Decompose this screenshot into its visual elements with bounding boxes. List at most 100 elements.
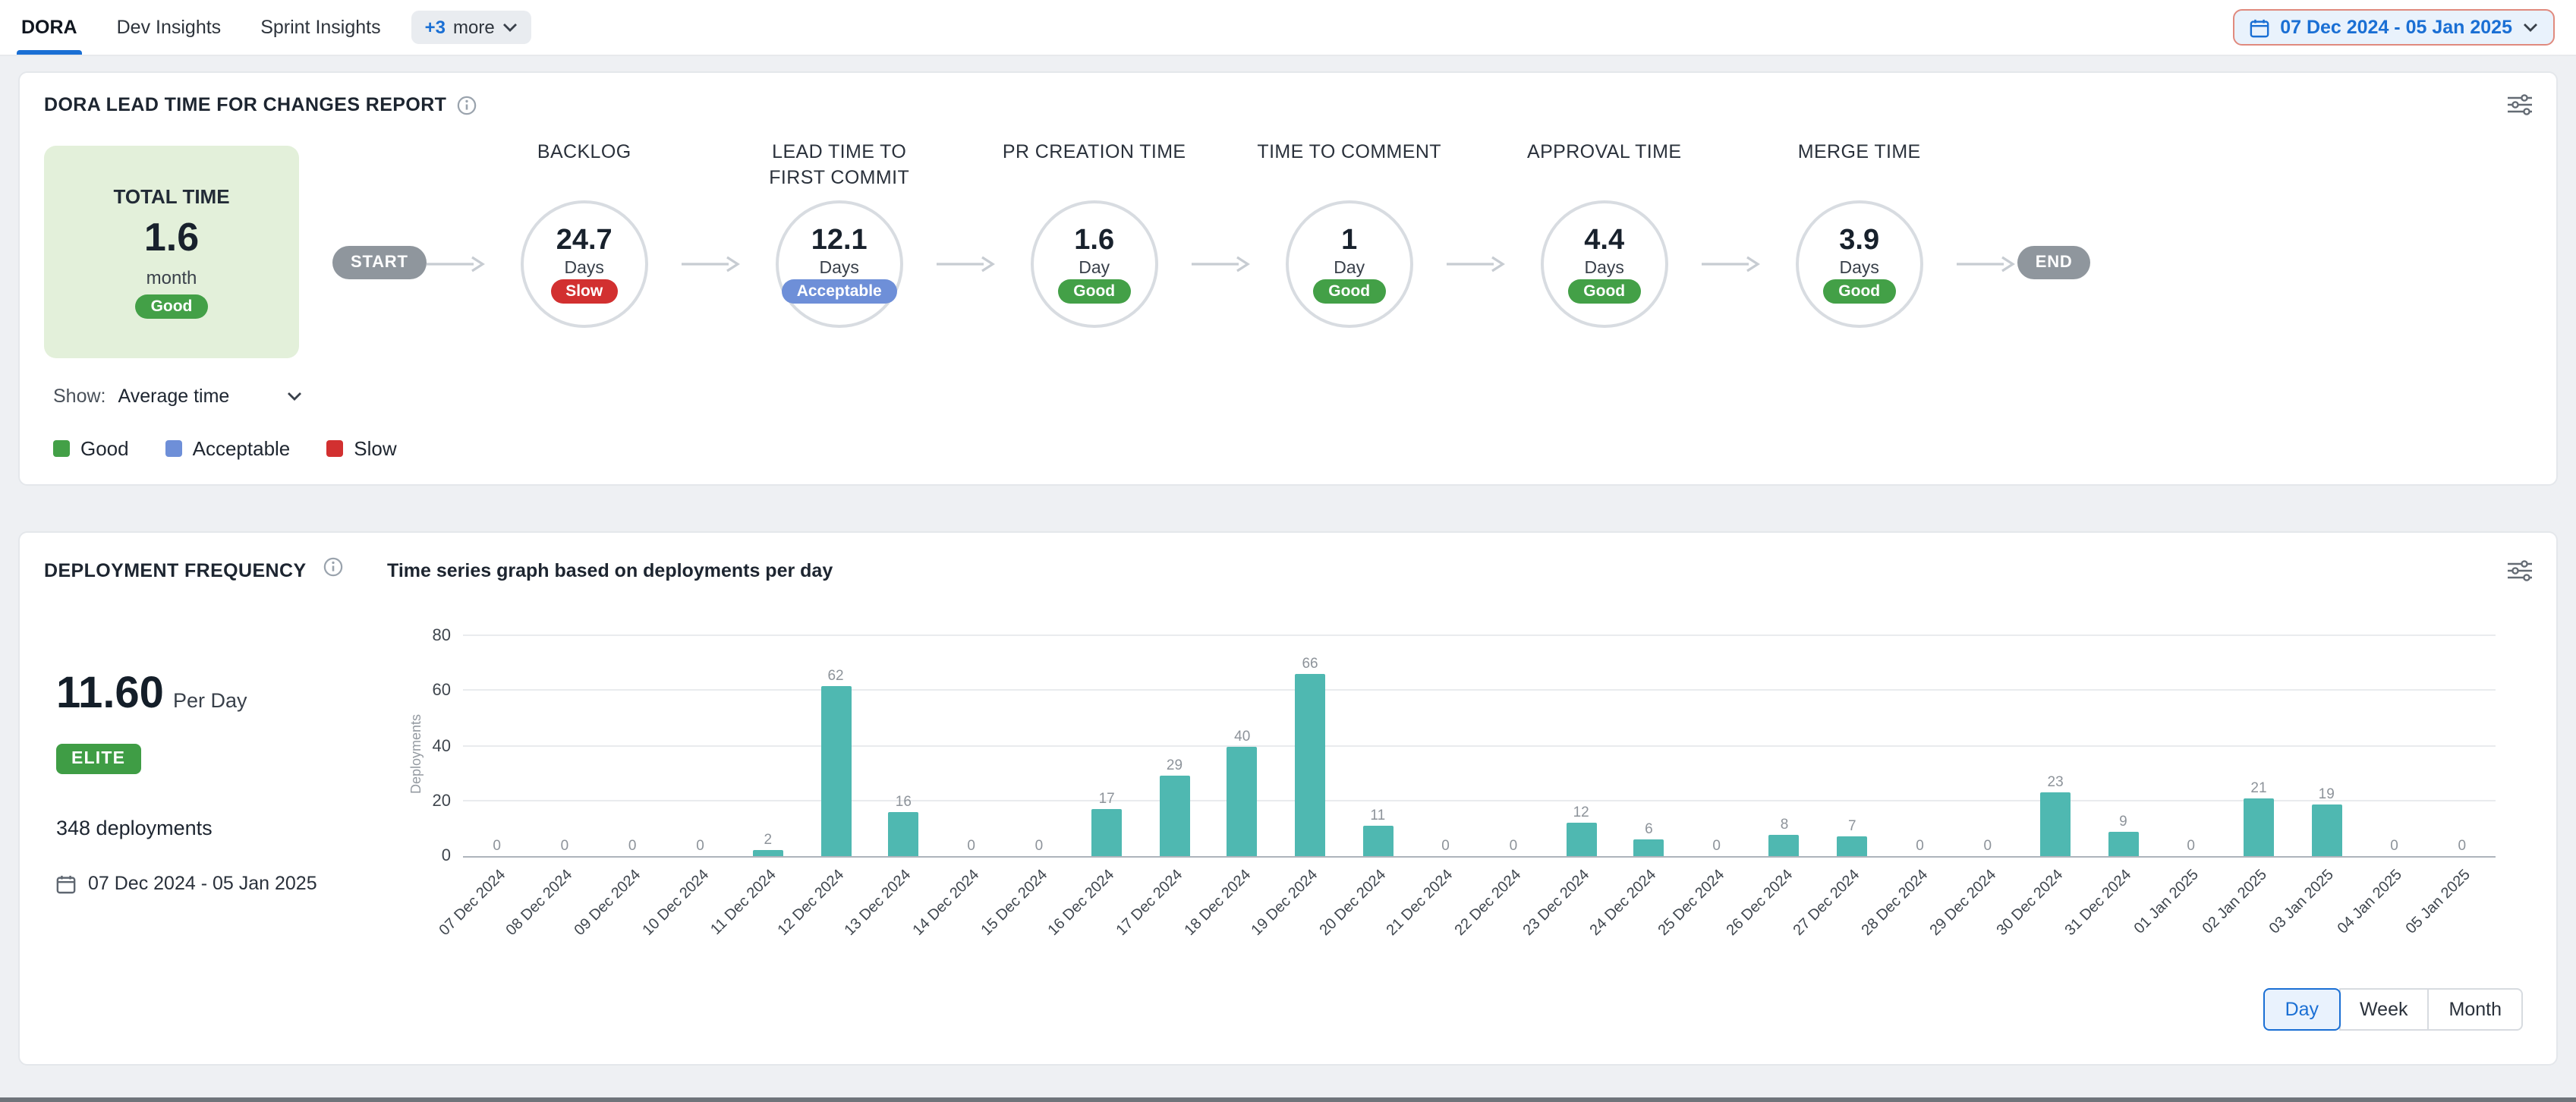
deployment-bar[interactable] xyxy=(2040,793,2071,856)
chart-bar-slot: 0 xyxy=(2157,636,2225,856)
deployment-bar[interactable] xyxy=(888,812,918,856)
stage-circle: 3.9DaysGood xyxy=(1796,200,1923,328)
chart-bar-slot: 19 xyxy=(2293,636,2360,856)
info-icon[interactable] xyxy=(323,557,343,577)
chevron-down-icon xyxy=(2523,23,2538,32)
stage-label: MERGE TIME xyxy=(1798,140,1921,200)
stage-label: LEAD TIME TO FIRST COMMIT xyxy=(742,140,937,200)
status-legend: GoodAcceptableSlow xyxy=(53,437,2556,460)
x-axis-tick-label: 16 Dec 2024 xyxy=(1046,867,1119,940)
bar-value-label: 6 xyxy=(1645,821,1653,838)
bar-value-label: 0 xyxy=(967,838,975,855)
show-average-time-select[interactable]: Average time xyxy=(118,386,303,407)
legend-swatch xyxy=(326,440,343,457)
chart-bar-slot: 0 xyxy=(666,636,734,856)
deployment-bar[interactable] xyxy=(1091,809,1122,856)
bar-value-label: 0 xyxy=(1035,838,1044,855)
top-navigation: DORADev InsightsSprint Insights +3 more … xyxy=(0,0,2576,56)
deployment-bar[interactable] xyxy=(820,685,851,856)
chart-bar-slot: 16 xyxy=(870,636,937,856)
y-tick-label: 60 xyxy=(405,682,451,701)
calendar-icon xyxy=(2250,17,2269,37)
legend-label: Slow xyxy=(354,437,396,460)
bar-value-label: 23 xyxy=(2048,775,2064,792)
stage-unit: Days xyxy=(565,260,604,278)
deployment-card-title: DEPLOYMENT FREQUENCY xyxy=(44,560,307,581)
deployment-bar[interactable] xyxy=(2244,798,2274,856)
bar-value-label: 0 xyxy=(1510,838,1518,855)
stage-unit: Days xyxy=(1585,260,1624,278)
tab-dev-insights[interactable]: Dev Insights xyxy=(117,0,222,55)
more-tabs-label: more xyxy=(453,17,495,38)
stage-circle: 4.4 DaysGood xyxy=(1541,200,1668,328)
lead-time-flow-section: TOTAL TIME 1.6 month Good STARTBACKLOG24… xyxy=(20,121,2556,358)
chart-settings-icon[interactable] xyxy=(2508,94,2532,115)
stage-value: 4.4 xyxy=(1584,225,1624,258)
stage-status-badge: Slow xyxy=(550,279,618,304)
granularity-week-button[interactable]: Week xyxy=(2338,988,2429,1031)
bar-value-label: 7 xyxy=(1848,819,1856,836)
x-axis-tick-label: 02 Jan 2025 xyxy=(2200,867,2270,937)
chart-bar-slot: 8 xyxy=(1750,636,1818,856)
bar-value-label: 40 xyxy=(1234,728,1250,745)
deployment-card-body: 11.60Per Day ELITE 348 deployments 07 De… xyxy=(20,584,2556,955)
deployment-card-header: DEPLOYMENT FREQUENCY Time series graph b… xyxy=(20,533,2556,584)
y-tick-label: 80 xyxy=(405,627,451,645)
granularity-month-button[interactable]: Month xyxy=(2428,988,2524,1031)
deployment-date-range: 07 Dec 2024 - 05 Jan 2025 xyxy=(56,873,396,894)
total-time-label: TOTAL TIME xyxy=(113,185,229,208)
bar-value-label: 0 xyxy=(2390,838,2398,855)
bar-value-label: 0 xyxy=(1441,838,1450,855)
x-axis-tick-label: 28 Dec 2024 xyxy=(1859,867,1932,940)
deployments-total: 348 deployments xyxy=(56,817,396,839)
deployment-bar[interactable] xyxy=(2108,831,2138,856)
deployment-bar[interactable] xyxy=(1837,837,1867,856)
chart-bar-slot: 21 xyxy=(2225,636,2292,856)
lead-time-card-header: DORA LEAD TIME FOR CHANGES REPORT xyxy=(20,73,2556,121)
flow-arrow-icon xyxy=(1957,255,2017,273)
info-icon[interactable] xyxy=(457,95,477,115)
x-axis-tick-label: 01 Jan 2025 xyxy=(2131,867,2202,937)
nav-tabs: DORA Dev Insights Sprint Insights xyxy=(21,0,381,55)
chart-bar-slot: 0 xyxy=(1005,636,1072,856)
x-axis-tick-label: 22 Dec 2024 xyxy=(1452,867,1525,940)
x-axis-tick-label: 18 Dec 2024 xyxy=(1181,867,1254,940)
deployment-bar[interactable] xyxy=(1227,746,1258,856)
stage-unit: Days xyxy=(820,260,859,278)
chart-settings-icon[interactable] xyxy=(2508,560,2532,581)
tab-sprint-insights[interactable]: Sprint Insights xyxy=(260,0,380,55)
chart-title: Time series graph based on deployments p… xyxy=(387,560,2508,581)
deployment-bar[interactable] xyxy=(1633,839,1664,856)
deployment-bar[interactable] xyxy=(1362,826,1393,856)
stage-circle: 1DayGood xyxy=(1286,200,1413,328)
bar-value-label: 2 xyxy=(764,833,772,849)
legend-label: Good xyxy=(80,437,129,460)
more-tabs-button[interactable]: +3 more xyxy=(411,11,531,44)
granularity-day-button[interactable]: Day xyxy=(2264,988,2340,1031)
stage-value: 1.6 xyxy=(1074,225,1114,258)
total-time-status-badge: Good xyxy=(136,294,208,319)
show-row: Show: Average time xyxy=(53,386,2556,407)
tab-dora[interactable]: DORA xyxy=(21,0,77,55)
x-axis-tick-label: 31 Dec 2024 xyxy=(2062,867,2135,940)
chart-bar-slot: 66 xyxy=(1276,636,1343,856)
deployment-title-group: DEPLOYMENT FREQUENCY xyxy=(44,557,387,584)
stage-label: PR CREATION TIME xyxy=(1003,140,1186,200)
x-axis-tick-label: 05 Jan 2025 xyxy=(2403,867,2474,937)
deployment-bar[interactable] xyxy=(1295,675,1325,856)
date-range-picker[interactable]: 07 Dec 2024 - 05 Jan 2025 xyxy=(2233,9,2555,46)
stage-value: 12.1 xyxy=(811,225,868,258)
x-axis-tick-label: 04 Jan 2025 xyxy=(2335,867,2405,937)
legend-item-slow: Slow xyxy=(326,437,396,460)
deployment-bar[interactable] xyxy=(1769,834,1800,856)
deployment-rate-value: 11.60 xyxy=(56,669,164,718)
deployment-bar[interactable] xyxy=(2311,804,2341,856)
more-tabs-count: +3 xyxy=(425,17,446,38)
stage-circle: 24.7DaysSlow xyxy=(521,200,648,328)
stage-status-badge: Good xyxy=(1568,279,1640,304)
deployment-bar[interactable] xyxy=(1159,776,1189,856)
chart-bar-slot: 0 xyxy=(2360,636,2428,856)
deployment-bar[interactable] xyxy=(753,851,783,856)
legend-item-good: Good xyxy=(53,437,129,460)
deployment-bar[interactable] xyxy=(1566,823,1596,857)
